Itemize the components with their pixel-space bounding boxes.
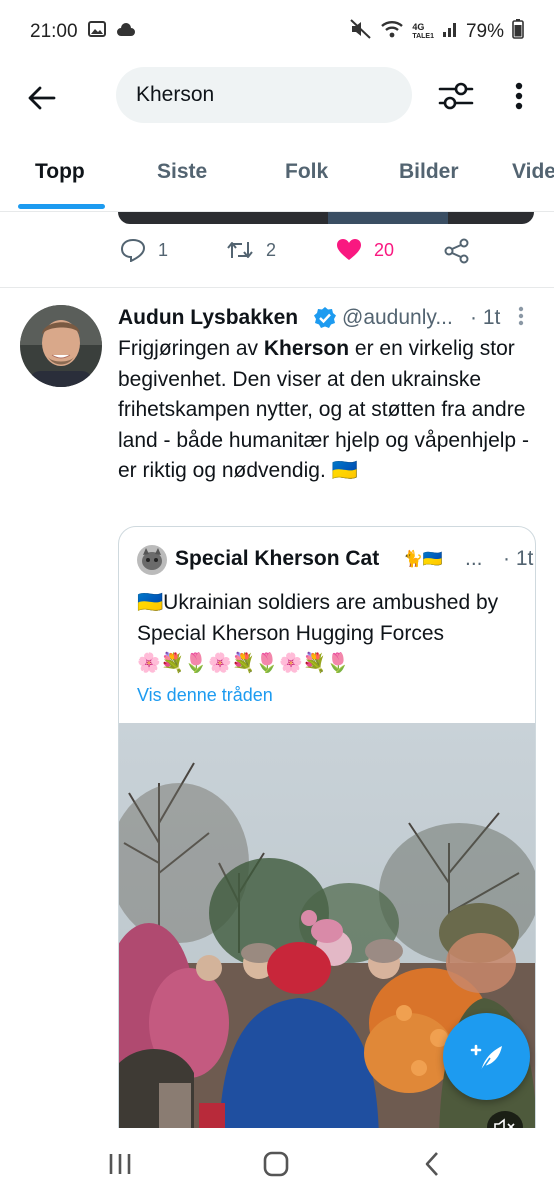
search-tabs: Topp Siste Folk Bilder Video	[0, 140, 554, 212]
author-avatar[interactable]	[20, 305, 102, 387]
compose-feather-icon	[470, 1044, 502, 1071]
quote-text: 🇺🇦Ukrainian soldiers are ambushed by Spe…	[137, 591, 499, 645]
recent-apps-button[interactable]	[100, 1146, 140, 1182]
home-icon	[263, 1151, 289, 1177]
back-button[interactable]	[22, 78, 62, 118]
active-tab-indicator	[18, 204, 105, 209]
quote-author-avatar	[137, 545, 167, 575]
reply-icon	[120, 238, 146, 262]
chevron-left-icon	[425, 1152, 438, 1176]
tweet-more-button[interactable]	[518, 306, 524, 332]
retweet-button[interactable]: 2	[226, 238, 276, 262]
previous-tweet-actions: 1 2 20	[118, 238, 498, 274]
more-vertical-icon	[515, 82, 523, 110]
quote-handle-ellipsis: ...	[465, 547, 483, 570]
share-button[interactable]	[444, 238, 470, 264]
quote-author-name: Special Kherson Cat	[175, 547, 380, 570]
previous-tweet-media[interactable]	[118, 212, 534, 224]
tab-bilder[interactable]: Bilder	[399, 160, 459, 184]
like-count: 20	[374, 239, 395, 260]
author-name[interactable]: Audun Lysbakken	[118, 306, 298, 330]
system-back-button[interactable]	[412, 1146, 452, 1182]
gallery-icon	[87, 21, 106, 43]
reply-count: 1	[158, 239, 169, 260]
tab-video[interactable]: Video	[512, 160, 554, 184]
clock: 21:00	[30, 21, 78, 42]
share-icon	[444, 238, 469, 264]
battery-icon	[512, 19, 524, 45]
home-button[interactable]	[256, 1146, 296, 1182]
show-thread-link[interactable]: Vis denne tråden	[137, 685, 273, 706]
tweet-text: Frigjøringen av Kherson er en virkelig s…	[118, 337, 529, 482]
search-input[interactable]: Kherson	[116, 67, 412, 123]
tweet-divider	[0, 287, 554, 288]
battery-percent: 79%	[465, 21, 504, 42]
search-query: Kherson	[136, 83, 215, 106]
signal-icon	[442, 20, 458, 44]
tab-topp[interactable]: Topp	[35, 160, 85, 184]
mute-icon	[350, 19, 372, 45]
like-button[interactable]: 20	[336, 238, 394, 262]
verified-badge-icon	[313, 306, 337, 336]
recent-apps-icon	[109, 1154, 131, 1174]
quote-name-emoji: 🐈🇺🇦	[403, 551, 443, 568]
tab-siste[interactable]: Siste	[157, 160, 207, 184]
retweet-icon	[227, 242, 253, 258]
system-navigation-bar	[0, 1128, 554, 1200]
filter-sliders-icon	[438, 82, 474, 110]
quote-time: · 1t	[503, 547, 534, 570]
tab-folk[interactable]: Folk	[285, 160, 328, 184]
highlighted-keyword: Kherson	[263, 337, 350, 360]
status-bar: 21:00 4G TALE1 79%	[0, 0, 554, 64]
filter-button[interactable]	[434, 76, 478, 116]
compose-tweet-button[interactable]	[443, 1013, 530, 1100]
author-handle[interactable]: @audunly...	[342, 306, 453, 330]
more-vertical-icon	[518, 306, 524, 326]
quote-flower-emojis: 🌸💐🌷🌸💐🌷🌸💐🌷	[137, 653, 350, 674]
search-header: Kherson	[0, 64, 554, 128]
more-options-button[interactable]	[504, 76, 534, 116]
tweet-time[interactable]: · 1t	[470, 306, 500, 330]
tweet-header: Audun Lysbakken @audunly... · 1t	[118, 306, 538, 334]
heart-filled-icon	[337, 239, 361, 260]
cloud-icon	[116, 21, 136, 43]
network-label: 4G TALE1	[412, 22, 434, 41]
wifi-icon	[380, 19, 404, 45]
retweet-count: 2	[266, 239, 277, 260]
reply-button[interactable]: 1	[120, 238, 168, 262]
back-arrow-icon	[28, 86, 56, 110]
